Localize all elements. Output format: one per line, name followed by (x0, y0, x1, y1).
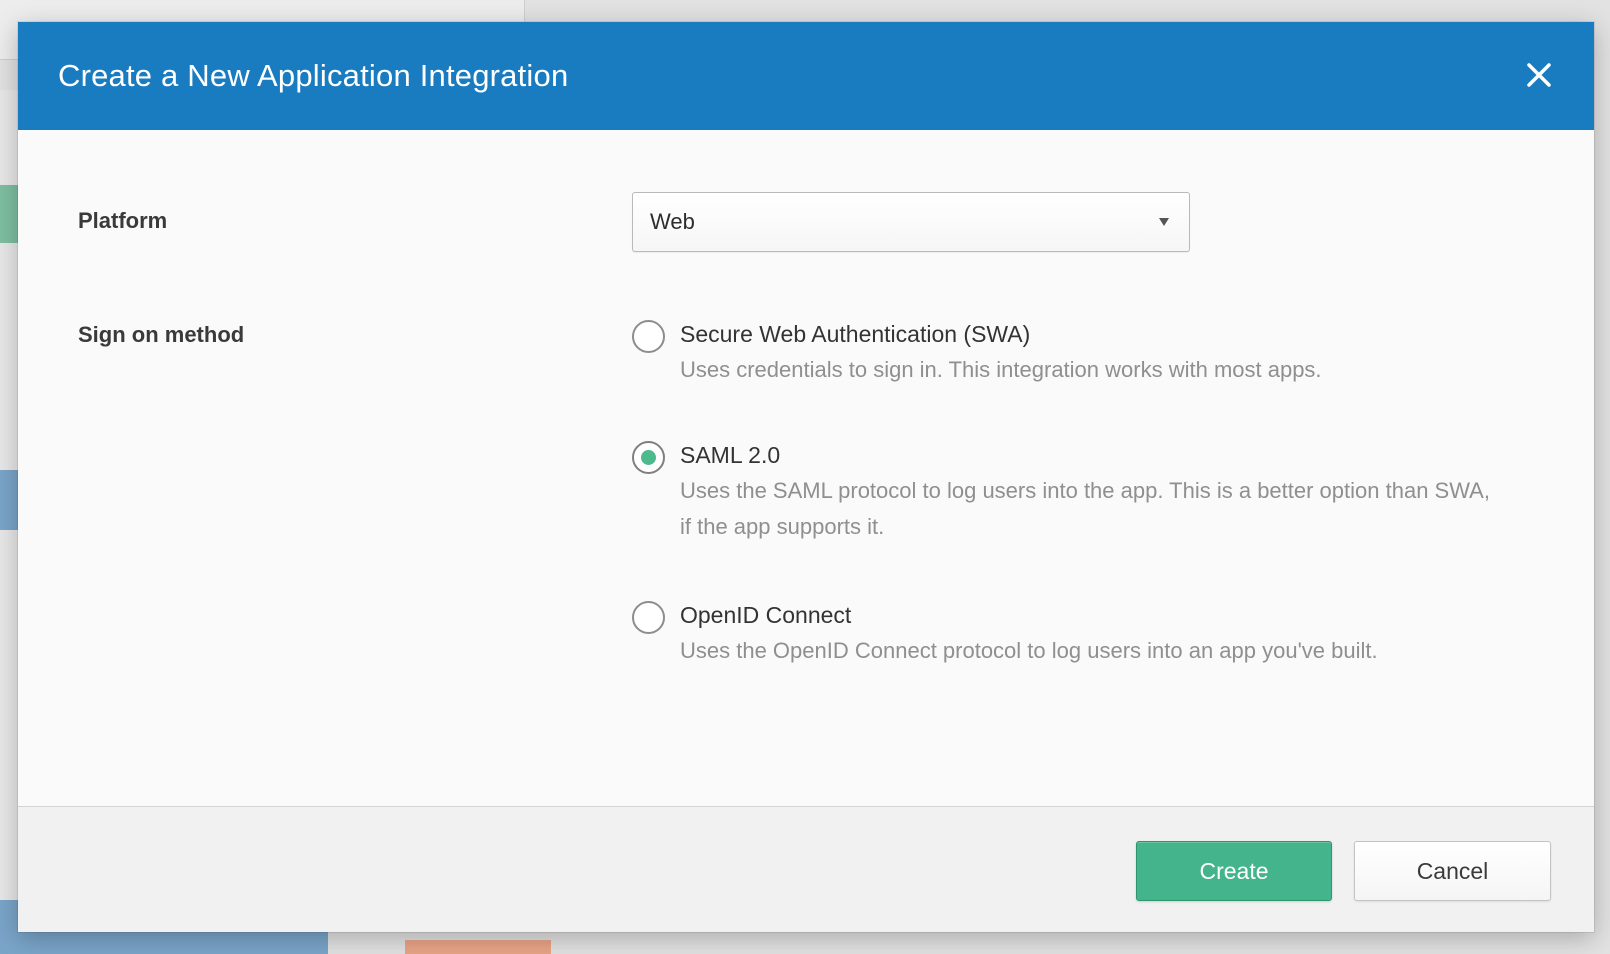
caret-down-icon (1159, 218, 1169, 226)
dialog-title: Create a New Application Integration (58, 58, 569, 93)
dialog-header: Create a New Application Integration (18, 22, 1594, 130)
saml-radio[interactable] (632, 441, 665, 474)
close-icon (1527, 63, 1551, 87)
openid-description: Uses the OpenID Connect protocol to log … (680, 638, 1378, 663)
openid-radio[interactable] (632, 601, 665, 634)
sign-on-method-label: Sign on method (78, 322, 245, 347)
swa-radio[interactable] (632, 320, 665, 353)
saml-radio-label[interactable]: SAML 2.0 (680, 442, 780, 469)
dialog-body: Platform Web Sign on method Secure Web A… (18, 130, 1594, 830)
swa-description: Uses credentials to sign in. This integr… (680, 357, 1322, 382)
close-button[interactable] (1524, 60, 1554, 90)
background-app-logo (405, 940, 551, 954)
create-app-integration-dialog: Create a New Application Integration Pla… (18, 22, 1594, 932)
openid-radio-label[interactable]: OpenID Connect (680, 602, 851, 629)
platform-select[interactable]: Web (632, 192, 1190, 252)
create-button[interactable]: Create (1136, 841, 1332, 901)
platform-selected-value: Web (650, 209, 695, 234)
saml-description: Uses the SAML protocol to log users into… (680, 478, 1490, 539)
platform-label: Platform (78, 208, 168, 233)
swa-radio-label[interactable]: Secure Web Authentication (SWA) (680, 321, 1030, 348)
dialog-footer: Create Cancel (18, 806, 1594, 932)
cancel-button[interactable]: Cancel (1354, 841, 1551, 901)
